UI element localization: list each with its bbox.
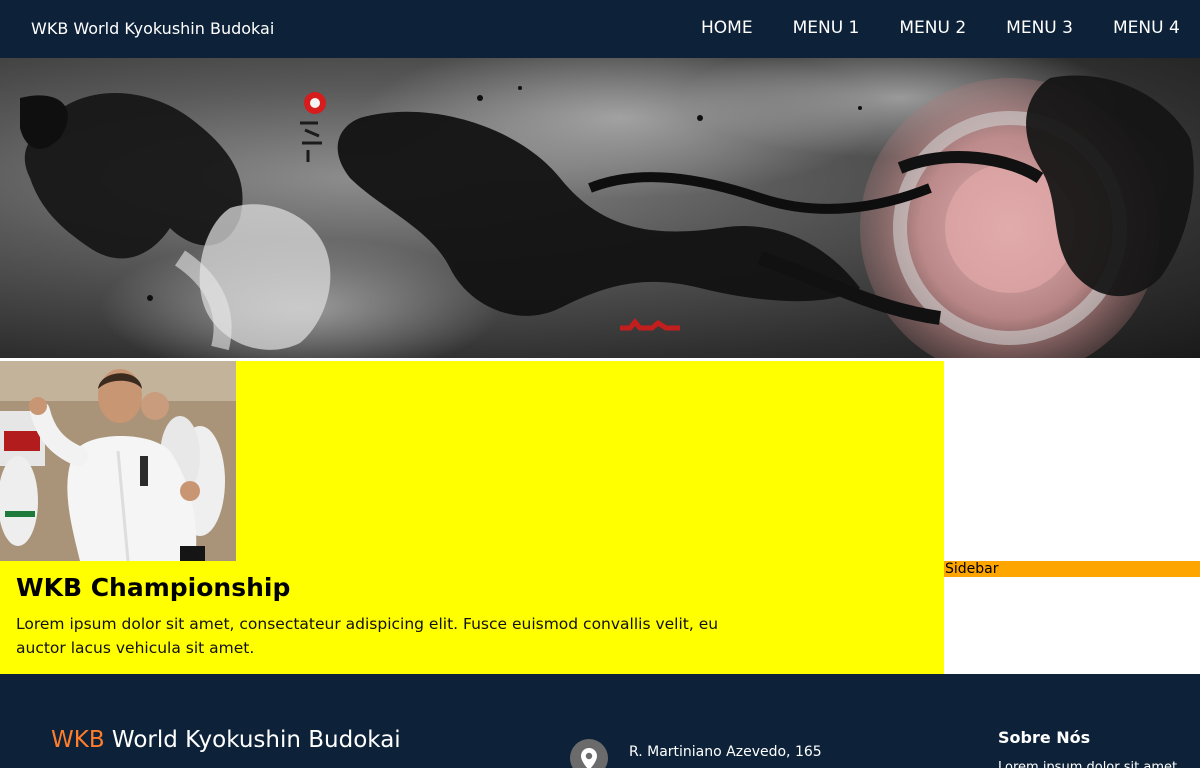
- footer: WKB World Kyokushin Budokai R. Martinian…: [0, 674, 1200, 768]
- hero-illustration: [20, 58, 1194, 358]
- karate-instructor-image: [0, 361, 236, 561]
- sidebar: Sidebar: [944, 361, 1200, 674]
- nav-menu-4[interactable]: MENU 4: [1113, 18, 1180, 38]
- top-navbar: WKB World Kyokushin Budokai HOME MENU 1 …: [0, 0, 1200, 58]
- nav-menu-2[interactable]: MENU 2: [899, 18, 966, 38]
- hero-banner: [0, 58, 1200, 358]
- nav-menu-3[interactable]: MENU 3: [1006, 18, 1073, 38]
- card-text: Lorem ipsum dolor sit amet, consectateur…: [16, 615, 719, 657]
- card-title: WKB Championship: [16, 573, 291, 602]
- sidebar-label: Sidebar: [944, 561, 1200, 577]
- footer-about-title: Sobre Nós: [998, 728, 1091, 747]
- nav-home[interactable]: HOME: [701, 18, 753, 38]
- footer-brand[interactable]: WKB World Kyokushin Budokai: [51, 727, 401, 753]
- site-brand[interactable]: WKB World Kyokushin Budokai: [31, 19, 274, 38]
- main-content: WKB Championship Lorem ipsum dolor sit a…: [0, 361, 944, 674]
- championship-photo[interactable]: [0, 361, 236, 561]
- footer-brand-accent: WKB: [51, 727, 105, 753]
- location-pin-glyph: [581, 748, 597, 768]
- nav-menu-1[interactable]: MENU 1: [793, 18, 860, 38]
- footer-address: R. Martiniano Azevedo, 165: [629, 744, 822, 760]
- location-pin-icon: [570, 739, 608, 768]
- footer-brand-rest: World Kyokushin Budokai: [104, 727, 401, 753]
- main-nav: HOME MENU 1 MENU 2 MENU 3 MENU 4: [701, 18, 1200, 38]
- footer-about-text: Lorem ipsum dolor sit amet: [998, 760, 1178, 768]
